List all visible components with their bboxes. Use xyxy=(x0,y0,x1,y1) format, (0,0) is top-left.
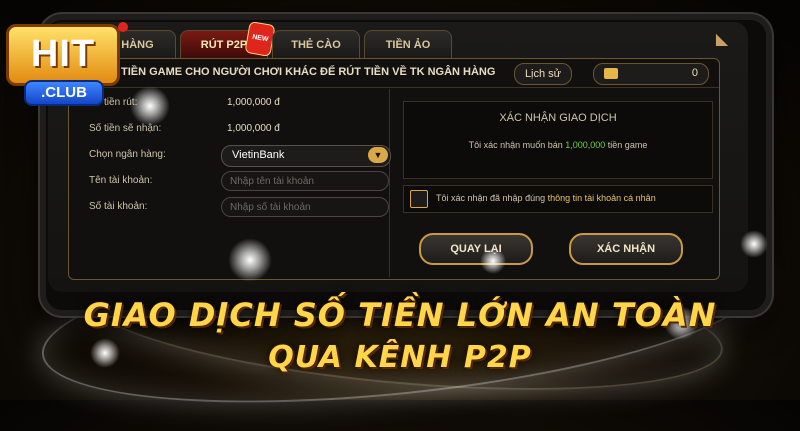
headline-line-1: GIAO DỊCH SỐ TIỀN LỚN AN TOÀN xyxy=(83,296,717,334)
account-number-input[interactable] xyxy=(221,197,389,217)
receive-row: Số tiền sẽ nhận: 1,000,000 đ xyxy=(89,119,389,141)
headline-line-2: QUA KÊNH P2P xyxy=(268,340,532,375)
confirm-check-row: Tôi xác nhận đã nhập đúng thông tin tài … xyxy=(403,185,713,213)
confirm-button[interactable]: XÁC NHẬN xyxy=(569,233,683,265)
sparkle xyxy=(480,248,506,274)
confirm-amount: 1,000,000 xyxy=(565,140,606,150)
confirm-checkbox[interactable] xyxy=(410,190,428,208)
bank-select[interactable]: VietinBank ▼ xyxy=(221,145,391,167)
notification-dot xyxy=(118,22,128,32)
tab-bar: N HÀNG RÚT P2P NEW THẺ CÀO TIỀN ẢO xyxy=(88,22,452,59)
account-number-label: Số tài khoản: xyxy=(89,201,148,212)
balance-display: 0 xyxy=(593,63,709,85)
bank-selected-value: VietinBank xyxy=(232,149,285,161)
sparkle xyxy=(228,238,272,282)
confirm-box: XÁC NHẬN GIAO DỊCH Tôi xác nhận muốn bán… xyxy=(403,101,713,179)
bank-row: Chọn ngân hàng: VietinBank ▼ xyxy=(89,145,391,167)
confirm-title: XÁC NHẬN GIAO DỊCH xyxy=(499,112,617,124)
p2p-panel: TIỀN GAME CHO NGƯỜI CHƠI KHÁC ĐỂ RÚT TIỀ… xyxy=(68,58,720,280)
logo-text: HIT xyxy=(6,24,120,86)
history-button[interactable]: Lịch sử xyxy=(514,63,572,85)
account-name-label: Tên tài khoản: xyxy=(89,175,153,186)
tab-p2p-withdraw[interactable]: RÚT P2P NEW xyxy=(180,22,276,59)
panel-header: TIỀN GAME CHO NGƯỜI CHƠI KHÁC ĐỂ RÚT TIỀ… xyxy=(69,59,719,88)
hit-club-logo: HIT .CLUB xyxy=(2,14,128,114)
logo-sub: .CLUB xyxy=(24,80,104,106)
confirm-check-label: Tôi xác nhận đã nhập đúng thông tin tài … xyxy=(436,193,656,203)
bank-label: Chọn ngân hàng: xyxy=(89,149,166,160)
account-number-row: Số tài khoản: xyxy=(89,197,389,219)
tab-card[interactable]: THẺ CÀO xyxy=(272,30,360,59)
withdraw-form: Số tiền rút: 1,000,000 đ Số tiền sẽ nhận… xyxy=(69,89,391,277)
wallet-icon xyxy=(604,68,618,79)
account-name-input[interactable] xyxy=(221,171,389,191)
new-badge: NEW xyxy=(244,22,276,58)
panel-title: TIỀN GAME CHO NGƯỜI CHƠI KHÁC ĐỂ RÚT TIỀ… xyxy=(121,66,496,78)
game-screen: N HÀNG RÚT P2P NEW THẺ CÀO TIỀN ẢO ◣ TIỀ… xyxy=(48,22,748,292)
balance-value: 0 xyxy=(691,67,698,79)
sparkle xyxy=(740,230,768,258)
confirm-message: Tôi xác nhận muốn bán 1,000,000 tiền gam… xyxy=(468,140,648,150)
account-name-row: Tên tài khoản: xyxy=(89,171,389,193)
receive-value: 1,000,000 đ xyxy=(227,123,280,134)
sparkle xyxy=(130,86,170,126)
tab-crypto[interactable]: TIỀN ẢO xyxy=(364,30,452,59)
amount-value: 1,000,000 đ xyxy=(227,97,280,108)
back-button[interactable]: QUAY LẠI xyxy=(419,233,533,265)
chevron-down-icon[interactable]: ▼ xyxy=(368,147,388,163)
close-icon[interactable]: ◣ xyxy=(712,30,732,50)
